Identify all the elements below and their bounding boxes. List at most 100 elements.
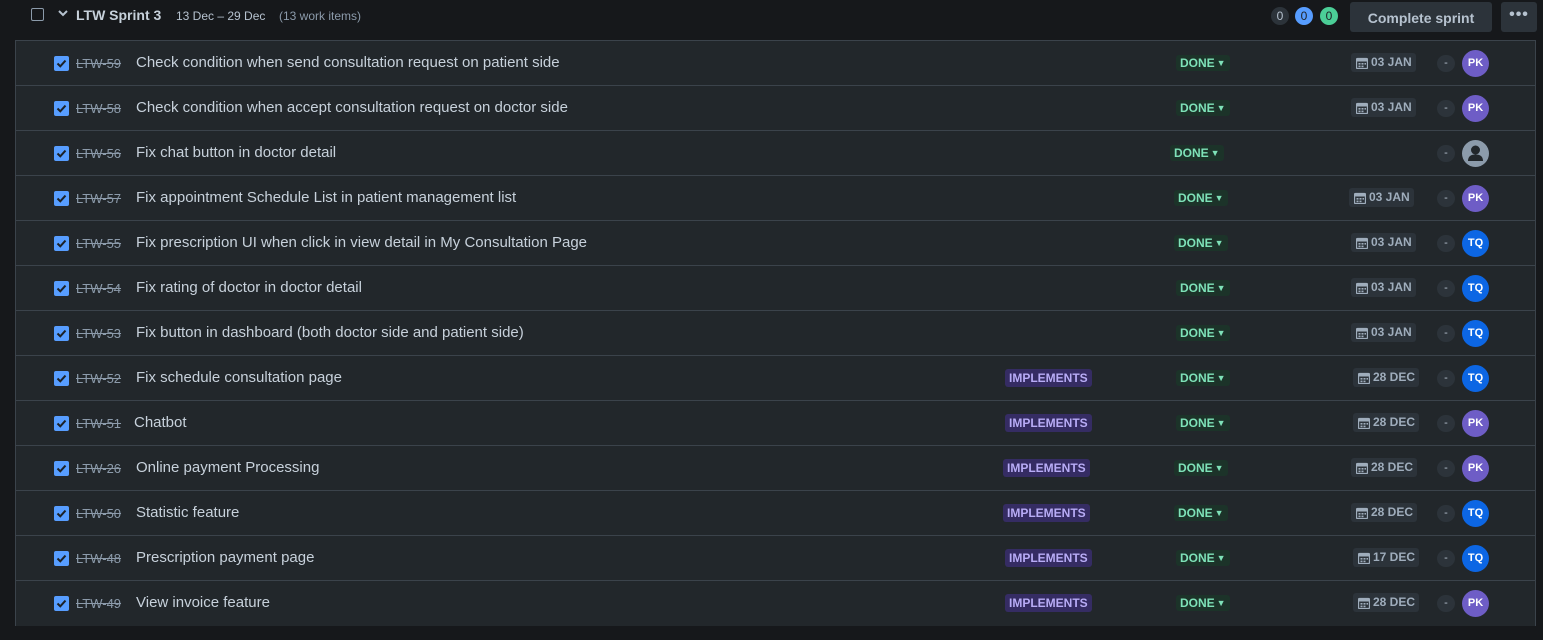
due-date-lozenge[interactable]: 03 JAN <box>1351 233 1416 252</box>
issue-row[interactable]: LTW-26 Online payment Processing IMPLEMENT… <box>16 446 1535 491</box>
issue-row[interactable]: LTW-59 Check condition when send consulta… <box>16 41 1535 86</box>
issue-checkbox[interactable] <box>54 146 69 161</box>
issue-row[interactable]: LTW-53 Fix button in dashboard (both doct… <box>16 311 1535 356</box>
issue-label[interactable]: IMPLEMENTS <box>1005 369 1092 387</box>
issue-checkbox[interactable] <box>54 326 69 341</box>
due-date-lozenge[interactable]: 28 DEC <box>1353 368 1420 387</box>
issue-key[interactable]: LTW-48 <box>76 551 121 566</box>
due-date-lozenge[interactable]: 03 JAN <box>1351 53 1416 72</box>
due-date-lozenge[interactable]: 03 JAN <box>1349 188 1414 207</box>
issue-label[interactable]: IMPLEMENTS <box>1005 414 1092 432</box>
issue-key[interactable]: LTW-49 <box>76 596 121 611</box>
story-point-estimate[interactable]: - <box>1437 415 1455 432</box>
assignee-avatar[interactable]: TQ <box>1462 230 1489 257</box>
issue-checkbox[interactable] <box>54 596 69 611</box>
issue-checkbox[interactable] <box>54 371 69 386</box>
issue-key[interactable]: LTW-52 <box>76 371 121 386</box>
status-dropdown[interactable]: DONE ▼ <box>1176 415 1230 431</box>
due-date-lozenge[interactable]: 03 JAN <box>1351 323 1416 342</box>
issue-row[interactable]: LTW-54 Fix rating of doctor in doctor det… <box>16 266 1535 311</box>
story-point-estimate[interactable]: - <box>1437 595 1455 612</box>
due-date-lozenge[interactable]: 28 DEC <box>1353 413 1420 432</box>
status-dropdown[interactable]: DONE ▼ <box>1170 145 1224 161</box>
sprint-name[interactable]: LTW Sprint 3 <box>76 7 161 23</box>
issue-summary[interactable]: Statistic feature <box>136 504 239 521</box>
story-point-estimate[interactable]: - <box>1437 460 1455 477</box>
issue-summary[interactable]: View invoice feature <box>136 594 270 611</box>
issue-row[interactable]: LTW-55 Fix prescription UI when click in … <box>16 221 1535 266</box>
issue-key[interactable]: LTW-55 <box>76 236 121 251</box>
issue-label[interactable]: IMPLEMENTS <box>1005 594 1092 612</box>
issue-summary[interactable]: Check condition when accept consultation… <box>136 99 568 116</box>
assignee-avatar[interactable]: PK <box>1462 410 1489 437</box>
issue-row[interactable]: LTW-56 Fix chat button in doctor detail DO… <box>16 131 1535 176</box>
due-date-lozenge[interactable]: 03 JAN <box>1351 98 1416 117</box>
more-actions-button[interactable]: ••• <box>1501 2 1537 32</box>
story-point-estimate[interactable]: - <box>1437 325 1455 342</box>
story-point-estimate[interactable]: - <box>1437 550 1455 567</box>
issue-key[interactable]: LTW-54 <box>76 281 121 296</box>
issue-row[interactable]: LTW-48 Prescription payment page IMPLEMENT… <box>16 536 1535 581</box>
issue-row[interactable]: LTW-58 Check condition when accept consul… <box>16 86 1535 131</box>
assignee-avatar[interactable]: TQ <box>1462 500 1489 527</box>
issue-checkbox[interactable] <box>54 416 69 431</box>
issue-checkbox[interactable] <box>54 506 69 521</box>
status-dropdown[interactable]: DONE ▼ <box>1174 460 1228 476</box>
due-date-lozenge[interactable]: 28 DEC <box>1353 593 1420 612</box>
status-dropdown[interactable]: DONE ▼ <box>1176 325 1230 341</box>
issue-summary[interactable]: Prescription payment page <box>136 549 314 566</box>
assignee-avatar[interactable]: PK <box>1462 455 1489 482</box>
assignee-avatar[interactable]: PK <box>1462 50 1489 77</box>
story-point-estimate[interactable]: - <box>1437 145 1455 162</box>
issue-row[interactable]: LTW-49 View invoice feature IMPLEMENTS DONE… <box>16 581 1535 626</box>
issue-summary[interactable]: Fix appointment Schedule List in patient… <box>136 189 516 206</box>
issue-key[interactable]: LTW-50 <box>76 506 121 521</box>
issue-row[interactable]: LTW-50 Statistic feature IMPLEMENTS DONE ▼ 28… <box>16 491 1535 536</box>
due-date-lozenge[interactable]: 17 DEC <box>1353 548 1420 567</box>
sprint-select-checkbox[interactable] <box>31 8 44 21</box>
status-dropdown[interactable]: DONE ▼ <box>1174 190 1228 206</box>
assignee-avatar[interactable]: TQ <box>1462 365 1489 392</box>
chevron-down-icon[interactable] <box>57 7 69 19</box>
status-dropdown[interactable]: DONE ▼ <box>1176 280 1230 296</box>
issue-label[interactable]: IMPLEMENTS <box>1003 459 1090 477</box>
story-point-estimate[interactable]: - <box>1437 505 1455 522</box>
status-dropdown[interactable]: DONE ▼ <box>1174 505 1228 521</box>
issue-key[interactable]: LTW-59 <box>76 56 121 71</box>
due-date-lozenge[interactable]: 28 DEC <box>1351 503 1418 522</box>
status-dropdown[interactable]: DONE ▼ <box>1176 100 1230 116</box>
status-dropdown[interactable]: DONE ▼ <box>1176 370 1230 386</box>
unassigned-avatar[interactable] <box>1462 140 1489 167</box>
issue-key[interactable]: LTW-26 <box>76 461 121 476</box>
assignee-avatar[interactable]: PK <box>1462 185 1489 212</box>
assignee-avatar[interactable]: TQ <box>1462 275 1489 302</box>
status-dropdown[interactable]: DONE ▼ <box>1176 595 1230 611</box>
story-point-estimate[interactable]: - <box>1437 280 1455 297</box>
issue-label[interactable]: IMPLEMENTS <box>1003 504 1090 522</box>
story-point-estimate[interactable]: - <box>1437 370 1455 387</box>
issue-checkbox[interactable] <box>54 191 69 206</box>
issue-key[interactable]: LTW-56 <box>76 146 121 161</box>
status-dropdown[interactable]: DONE ▼ <box>1174 235 1228 251</box>
issue-row[interactable]: LTW-52 Fix schedule consultation page IMPL… <box>16 356 1535 401</box>
assignee-avatar[interactable]: TQ <box>1462 545 1489 572</box>
issue-key[interactable]: LTW-58 <box>76 101 121 116</box>
status-dropdown[interactable]: DONE ▼ <box>1176 550 1230 566</box>
story-point-estimate[interactable]: - <box>1437 100 1455 117</box>
issue-summary[interactable]: Fix schedule consultation page <box>136 369 342 386</box>
assignee-avatar[interactable]: PK <box>1462 95 1489 122</box>
assignee-avatar[interactable]: PK <box>1462 590 1489 617</box>
issue-checkbox[interactable] <box>54 236 69 251</box>
issue-row[interactable]: LTW-57 Fix appointment Schedule List in p… <box>16 176 1535 221</box>
issue-key[interactable]: LTW-57 <box>76 191 121 206</box>
issue-key[interactable]: LTW-51 <box>76 416 121 431</box>
issue-checkbox[interactable] <box>54 281 69 296</box>
issue-summary[interactable]: Check condition when send consultation r… <box>136 54 560 71</box>
issue-row[interactable]: LTW-51 Chatbot IMPLEMENTS DONE ▼ 28 DEC - PK <box>16 401 1535 446</box>
issue-key[interactable]: LTW-53 <box>76 326 121 341</box>
story-point-estimate[interactable]: - <box>1437 190 1455 207</box>
issue-summary[interactable]: Online payment Processing <box>136 459 319 476</box>
issue-summary[interactable]: Fix rating of doctor in doctor detail <box>136 279 362 296</box>
issue-checkbox[interactable] <box>54 551 69 566</box>
issue-summary[interactable]: Fix button in dashboard (both doctor sid… <box>136 324 524 341</box>
